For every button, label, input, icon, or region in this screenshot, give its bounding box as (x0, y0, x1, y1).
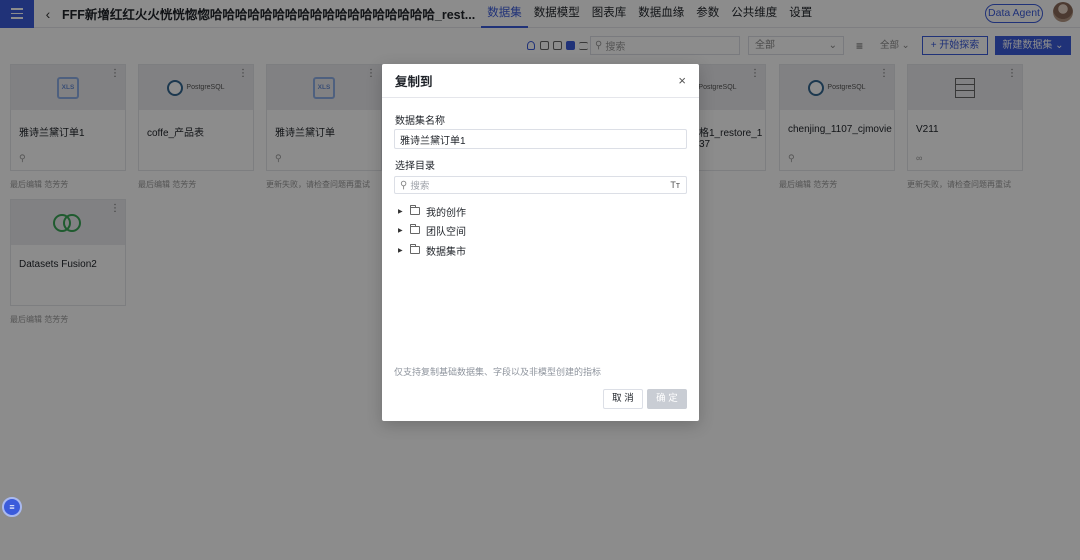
folder-icon (410, 224, 420, 234)
tree-item-my-creations[interactable]: ▶ 我的创作 (398, 204, 466, 219)
text-case-icon[interactable]: Tт (670, 180, 680, 190)
folder-icon (410, 205, 420, 215)
confirm-button[interactable]: 确 定 (647, 389, 687, 409)
directory-search-input[interactable]: ⚲ 搜索 Tт (394, 176, 687, 194)
assistant-float-icon[interactable]: ≡ (2, 497, 22, 517)
search-icon: ⚲ (400, 179, 408, 191)
dialog-note: 仅支持复制基础数据集、字段以及非模型创建的指标 (394, 367, 602, 377)
directory-label: 选择目录 (395, 161, 435, 172)
copy-to-dialog: 复制到 × 数据集名称 选择目录 ⚲ 搜索 Tт ▶ 我的创作 ▶ 团队空间 ▶… (382, 64, 699, 421)
dialog-title: 复制到 (395, 75, 433, 89)
expand-arrow-icon[interactable]: ▶ (398, 247, 404, 254)
tree-item-data-market[interactable]: ▶ 数据集市 (398, 243, 466, 258)
close-icon[interactable]: × (678, 73, 686, 88)
expand-arrow-icon[interactable]: ▶ (398, 227, 404, 234)
tree-item-team-space[interactable]: ▶ 团队空间 (398, 223, 466, 238)
dialog-header: 复制到 × (382, 64, 699, 98)
cancel-button[interactable]: 取 消 (603, 389, 643, 409)
dataset-name-input[interactable] (394, 129, 687, 149)
folder-icon (410, 244, 420, 254)
dataset-name-label: 数据集名称 (395, 116, 445, 127)
expand-arrow-icon[interactable]: ▶ (398, 208, 404, 215)
